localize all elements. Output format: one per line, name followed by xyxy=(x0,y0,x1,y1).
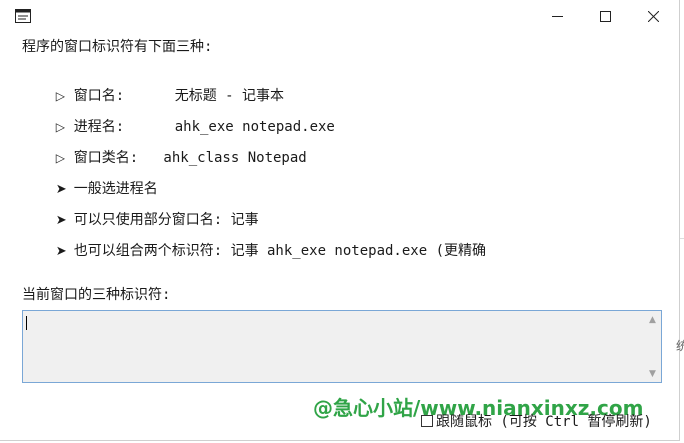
app-window: 程序的窗口标识符有下面三种: ▷ 窗口名: 无标题 - 记事本 ▷ 进程名: ahk… xyxy=(0,0,680,441)
text-caret xyxy=(26,316,27,330)
close-icon xyxy=(647,10,659,22)
maximize-icon xyxy=(599,10,611,22)
tip-text: 也可以组合两个标识符: 记事 ahk_exe notepad.exe (更精确 xyxy=(73,243,487,259)
follow-mouse-option[interactable]: 跟随鼠标 (可按 Ctrl 暂停刷新) xyxy=(421,411,652,431)
follow-mouse-label[interactable]: 跟随鼠标 (可按 Ctrl 暂停刷新) xyxy=(436,411,652,431)
scroll-up-icon[interactable]: ▲ xyxy=(644,311,661,328)
minimize-button[interactable] xyxy=(534,0,580,32)
background-divider xyxy=(680,238,684,239)
tip-item: ➤ 也可以组合两个标识符: 记事 ahk_exe notepad.exe (更精确 xyxy=(22,224,486,279)
close-button[interactable] xyxy=(630,0,676,32)
maximize-button[interactable] xyxy=(582,0,628,32)
scroll-down-icon[interactable]: ▼ xyxy=(644,365,661,382)
minimize-icon xyxy=(551,15,563,17)
title-bar[interactable] xyxy=(0,0,680,32)
current-window-label: 当前窗口的三种标识符: xyxy=(22,287,171,303)
window-icon xyxy=(15,9,31,23)
background-edge-text: 统 xyxy=(676,339,684,353)
arrow-bullet-icon: ➤ xyxy=(55,244,67,259)
follow-mouse-checkbox[interactable] xyxy=(421,415,433,427)
identifier-output-textarea[interactable]: ▲ ▼ xyxy=(22,310,662,383)
intro-text: 程序的窗口标识符有下面三种: xyxy=(22,39,213,55)
vertical-scrollbar[interactable]: ▲ ▼ xyxy=(644,311,661,382)
